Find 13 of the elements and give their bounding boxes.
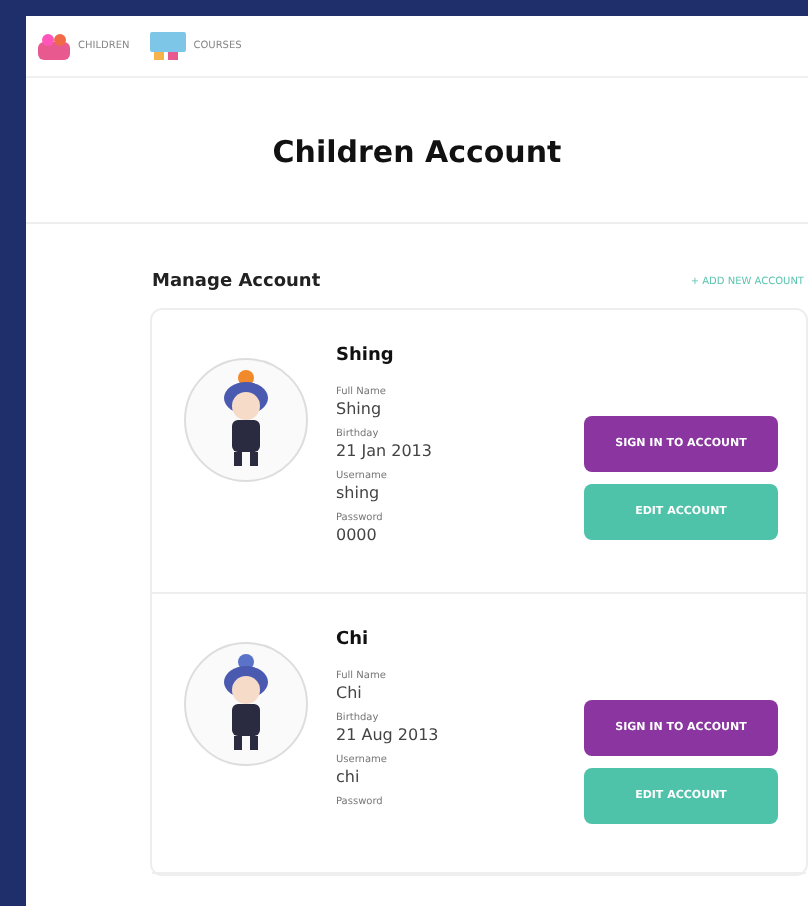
field-value: 21 Jan 2013 xyxy=(336,442,434,460)
field-value: shing xyxy=(336,484,382,502)
section-heading: Manage Account xyxy=(152,272,321,292)
account-name: Shing xyxy=(336,346,396,366)
field-value: 21 Aug 2013 xyxy=(336,726,441,744)
courses-icon xyxy=(149,32,186,60)
field-value: Shing xyxy=(336,400,384,418)
page-title: Children Account xyxy=(26,78,808,224)
field-value: 0000 xyxy=(336,526,379,544)
children-icon xyxy=(38,32,70,60)
field-value: chi xyxy=(336,768,362,786)
field-value: Chi xyxy=(336,684,364,702)
account-name: Chi xyxy=(336,630,371,650)
